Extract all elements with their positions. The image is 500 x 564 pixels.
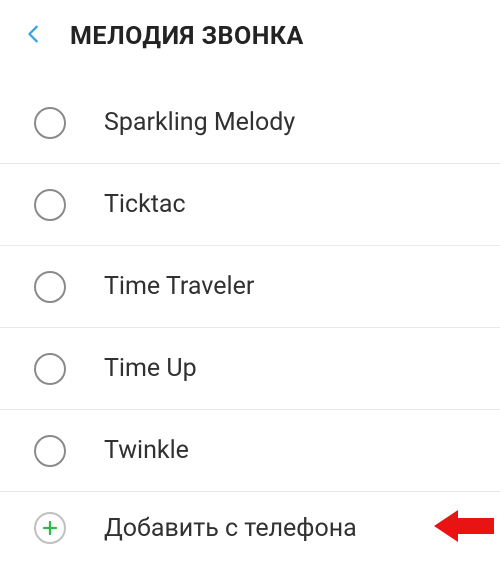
ringtone-label: Ticktac [104, 190, 186, 219]
add-label: Добавить с телефона [104, 514, 357, 543]
plus-icon [34, 512, 66, 544]
radio-unchecked-icon [34, 271, 66, 303]
back-button[interactable] [10, 12, 58, 60]
ringtone-item[interactable]: Sparkling Melody [0, 82, 500, 164]
page-title: МЕЛОДИЯ ЗВОНКА [70, 22, 304, 51]
arrow-annotation-icon [434, 507, 494, 549]
ringtone-label: Twinkle [104, 436, 189, 465]
ringtone-label: Sparkling Melody [104, 108, 295, 137]
radio-unchecked-icon [34, 189, 66, 221]
radio-unchecked-icon [34, 107, 66, 139]
ringtone-list: Sparkling Melody Ticktac Time Traveler T… [0, 72, 500, 564]
ringtone-item[interactable]: Twinkle [0, 410, 500, 492]
chevron-left-icon [23, 23, 45, 49]
ringtone-item[interactable]: Ticktac [0, 164, 500, 246]
ringtone-item[interactable]: Time Up [0, 328, 500, 410]
ringtone-item[interactable]: Time Traveler [0, 246, 500, 328]
add-from-phone-button[interactable]: Добавить с телефона [0, 492, 500, 564]
radio-unchecked-icon [34, 435, 66, 467]
header: МЕЛОДИЯ ЗВОНКА [0, 0, 500, 72]
ringtone-label: Time Traveler [104, 272, 254, 301]
ringtone-label: Time Up [104, 354, 197, 383]
radio-unchecked-icon [34, 353, 66, 385]
